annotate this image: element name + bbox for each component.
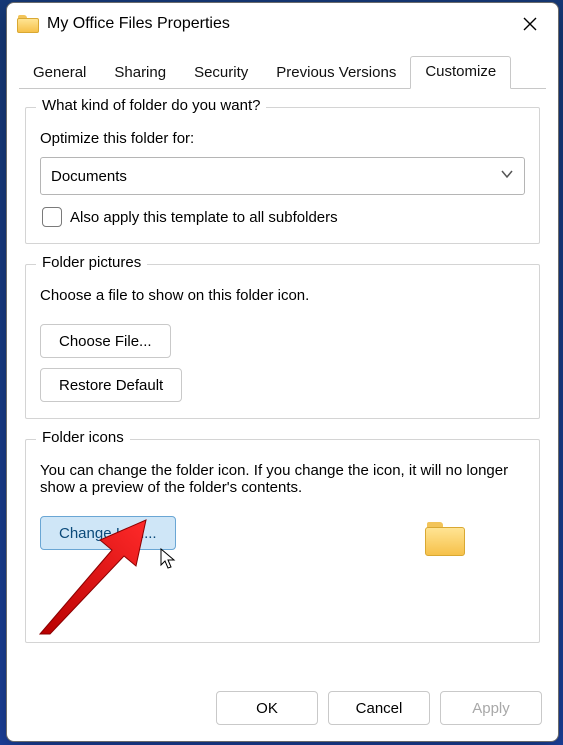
- subfolders-label: Also apply this template to all subfolde…: [70, 209, 338, 226]
- folder-icon-preview: [425, 522, 465, 556]
- close-button[interactable]: [510, 8, 550, 40]
- change-icon-button[interactable]: Change Icon...: [40, 516, 176, 550]
- cancel-button[interactable]: Cancel: [328, 691, 430, 725]
- close-icon: [523, 17, 537, 31]
- group-folder-kind-legend: What kind of folder do you want?: [36, 97, 266, 114]
- tabstrip: General Sharing Security Previous Versio…: [7, 45, 558, 89]
- window-title: My Office Files Properties: [47, 15, 230, 33]
- dialog-buttonbar: OK Cancel Apply: [7, 679, 558, 741]
- folder-icon: [17, 15, 39, 33]
- subfolders-checkbox[interactable]: [42, 207, 62, 227]
- tab-previous-versions[interactable]: Previous Versions: [262, 58, 410, 89]
- tab-security[interactable]: Security: [180, 58, 262, 89]
- ok-button[interactable]: OK: [216, 691, 318, 725]
- tab-content-customize: What kind of folder do you want? Optimiz…: [7, 89, 558, 679]
- group-folder-pictures: Folder pictures Choose a file to show on…: [25, 264, 540, 419]
- optimize-select[interactable]: Documents: [40, 157, 525, 195]
- choose-file-button[interactable]: Choose File...: [40, 324, 171, 358]
- optimize-label: Optimize this folder for:: [40, 130, 525, 147]
- group-folder-icons-legend: Folder icons: [36, 429, 130, 446]
- chevron-down-icon: [500, 167, 514, 185]
- restore-default-button[interactable]: Restore Default: [40, 368, 182, 402]
- titlebar: My Office Files Properties: [7, 3, 558, 45]
- group-folder-pictures-legend: Folder pictures: [36, 254, 147, 271]
- apply-button[interactable]: Apply: [440, 691, 542, 725]
- tab-general[interactable]: General: [19, 58, 100, 89]
- tab-sharing[interactable]: Sharing: [100, 58, 180, 89]
- folder-icons-desc: You can change the folder icon. If you c…: [40, 462, 525, 496]
- group-folder-icons: Folder icons You can change the folder i…: [25, 439, 540, 643]
- folder-pictures-desc: Choose a file to show on this folder ico…: [40, 287, 525, 304]
- optimize-select-value: Documents: [51, 168, 127, 185]
- tab-customize[interactable]: Customize: [410, 56, 511, 89]
- subfolders-row[interactable]: Also apply this template to all subfolde…: [42, 207, 525, 227]
- group-folder-kind: What kind of folder do you want? Optimiz…: [25, 107, 540, 244]
- properties-dialog: My Office Files Properties General Shari…: [6, 2, 559, 742]
